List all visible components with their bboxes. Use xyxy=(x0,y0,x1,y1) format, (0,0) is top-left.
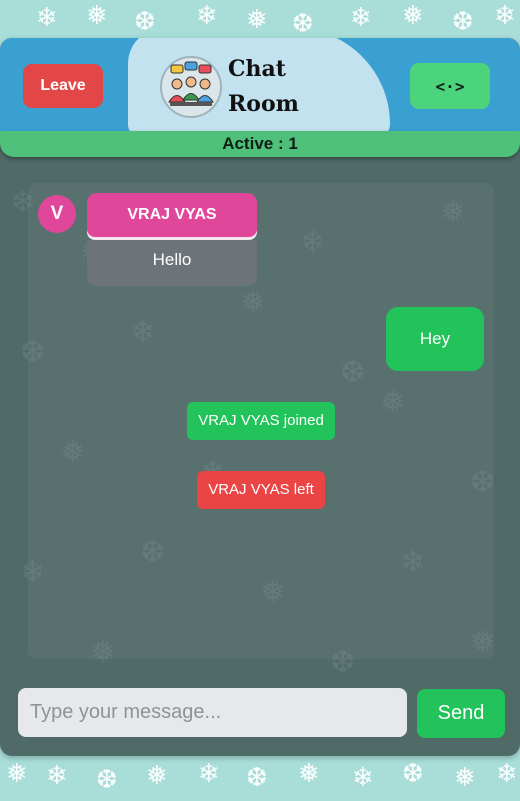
snowflake-icon: ❅ xyxy=(454,762,476,792)
incoming-sender-name: VRAJ VYAS xyxy=(87,193,257,237)
send-button[interactable]: Send xyxy=(417,689,505,738)
snowflake-icon: ❅ xyxy=(298,758,320,788)
snowflake-icon: ❄ xyxy=(198,758,220,788)
room-title-line2: Room xyxy=(228,91,299,117)
snowflake-icon: ❆ xyxy=(246,762,268,792)
room-title: Chat Room xyxy=(228,52,299,122)
snowflake-icon: ❆ xyxy=(292,8,314,38)
snowflake-icon: ❅ xyxy=(146,760,168,790)
code-arrows-icon: <·> xyxy=(435,76,465,96)
snowflake-icon: ❅ xyxy=(402,0,424,30)
message-input[interactable] xyxy=(18,688,407,737)
outgoing-message-bubble: Hey xyxy=(386,307,484,371)
snowflake-icon: ❆ xyxy=(452,6,474,36)
incoming-message-text: Hello xyxy=(87,240,257,286)
snowflake-icon: ❅ xyxy=(246,4,268,34)
system-message-left: VRAJ VYAS left xyxy=(197,471,325,509)
snowflake-icon: ❄ xyxy=(36,2,58,32)
room-title-line1: Chat xyxy=(228,56,286,82)
snowflake-icon: ❄ xyxy=(494,0,516,30)
snowflake-icon: ❄ xyxy=(350,2,372,32)
share-code-button[interactable]: <·> xyxy=(410,63,490,109)
active-count-bar: Active : 1 xyxy=(0,131,520,157)
chat-header: Leave Chat Room <·> xyxy=(0,38,520,131)
snowflake-icon: ❆ xyxy=(96,764,118,794)
system-message-joined: VRAJ VYAS joined xyxy=(187,402,335,440)
snowflake-icon: ❄ xyxy=(196,0,218,30)
chat-app-window: ❄❅ ❆❄ ❅❆ ❄❅ ❆❄ ❅❄ ❅❆ ❄❆ ❅❄ ❅❆ ❅❄ Leave xyxy=(0,38,520,756)
snowflake-icon: ❅ xyxy=(6,758,28,788)
sender-avatar: V xyxy=(38,195,76,233)
snowflake-icon: ❆ xyxy=(402,758,424,788)
snowflake-icon: ❄ xyxy=(496,758,518,788)
snowflake-icon: ❆ xyxy=(134,6,156,36)
snowflake-icon: ❄ xyxy=(352,762,374,792)
group-chat-icon xyxy=(160,56,222,118)
leave-button[interactable]: Leave xyxy=(23,64,103,108)
snowflake-icon: ❅ xyxy=(86,0,108,30)
snowflake-icon: ❄ xyxy=(46,760,68,790)
